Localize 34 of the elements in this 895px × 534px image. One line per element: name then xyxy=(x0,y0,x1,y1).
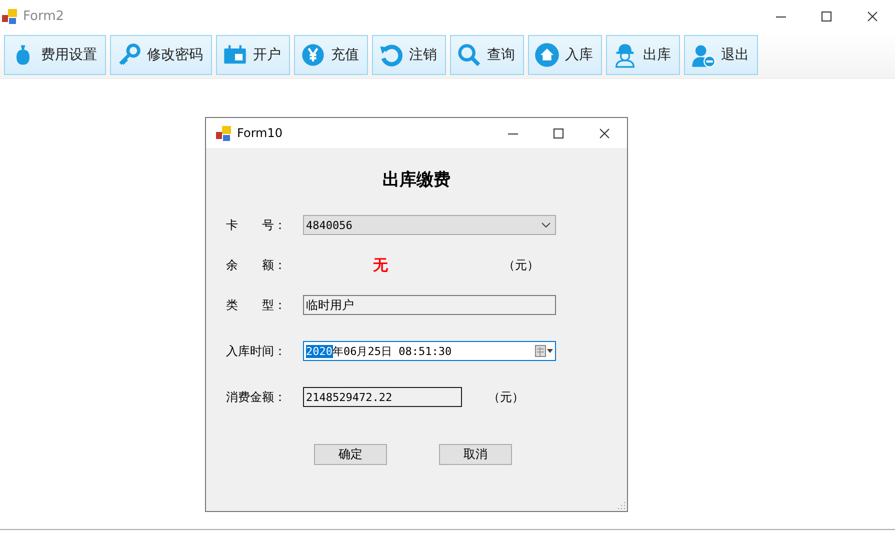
toolbar-button[interactable]: 充值 xyxy=(294,35,368,75)
maximize-icon xyxy=(552,128,564,138)
amount-field[interactable]: 2148529472.22 xyxy=(303,387,462,407)
dialog-button[interactable]: 取消 xyxy=(439,444,512,465)
dialog-title: Form10 xyxy=(237,126,284,140)
close-icon xyxy=(598,128,610,138)
toolbar-button[interactable]: 注销 xyxy=(372,35,446,75)
unit-label: （元） xyxy=(503,256,539,274)
calendar-dropdown-icon xyxy=(535,345,553,357)
toolbar-button[interactable]: 查询 xyxy=(450,35,524,75)
balance-value: 无 xyxy=(372,256,389,274)
dialog-heading: 出库缴费 xyxy=(382,169,452,191)
window-title: Form2 xyxy=(23,8,66,24)
maximize-icon xyxy=(820,10,832,22)
field-label: 类 型： xyxy=(226,296,287,314)
app-icon xyxy=(216,126,231,140)
toolbar-button[interactable]: 费用设置 xyxy=(4,35,106,75)
field-label: 消费金额： xyxy=(226,388,287,406)
toolbar-button[interactable]: 退出 xyxy=(684,35,758,75)
field-label: 余 额： xyxy=(226,256,287,274)
chevron-down-icon xyxy=(541,220,551,230)
dialog-button[interactable]: 确定 xyxy=(314,444,387,465)
app-icon xyxy=(2,8,17,24)
type-field[interactable]: 临时用户 xyxy=(303,295,556,315)
toolbar-button[interactable]: 修改密码 xyxy=(110,35,212,75)
toolbar-button[interactable]: 入库 xyxy=(528,35,602,75)
close-icon xyxy=(866,10,878,22)
resize-grip-icon[interactable] xyxy=(617,501,626,510)
field-label: 卡 号： xyxy=(226,216,287,234)
toolbar-button[interactable]: 出库 xyxy=(606,35,680,75)
card-number-dropdown[interactable]: 4840056 xyxy=(303,215,556,235)
field-label: 入库时间： xyxy=(226,342,287,360)
unit-label: （元） xyxy=(488,388,524,406)
toolbar-button[interactable]: 开户 xyxy=(216,35,290,75)
